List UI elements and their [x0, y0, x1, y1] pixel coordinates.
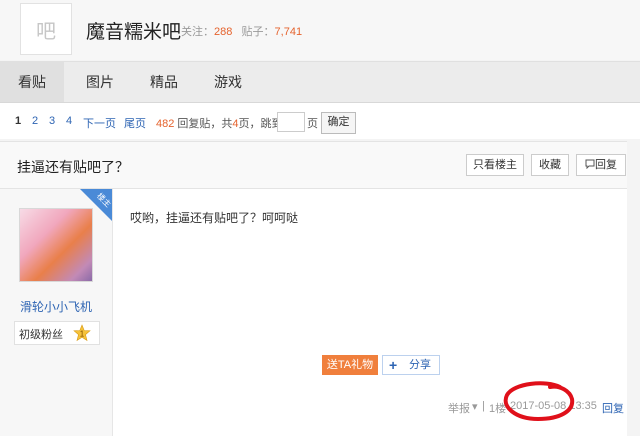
share-plus-icon: + — [389, 357, 398, 373]
favorite-button[interactable]: 收藏 — [531, 154, 569, 176]
post-content: 哎哟，挂逼还有贴吧了？呵呵哒 — [130, 211, 299, 225]
forum-logo[interactable]: 吧 — [20, 3, 72, 55]
send-gift-button[interactable]: 送TA礼物 — [322, 355, 378, 375]
tab-games[interactable]: 游戏 — [200, 62, 256, 102]
post-floor-1: 滑轮小小飞机 初级粉丝 1 楼主 哎哟，挂逼还有贴吧了？呵呵哒 送TA礼物 + … — [0, 189, 627, 436]
page-1: 1 — [15, 115, 22, 127]
thread-title-bar: 挂逼还有贴吧了？ 只看楼主 收藏 回复 — [0, 141, 627, 189]
report-dropdown-icon[interactable]: ▾ — [472, 400, 478, 413]
thread-title: 挂逼还有贴吧了？ — [17, 159, 129, 175]
share-label: 分享 — [409, 359, 431, 371]
tab-featured[interactable]: 精品 — [136, 62, 192, 102]
forum-logo-char: 吧 — [36, 20, 56, 43]
only-op-button[interactable]: 只看楼主 — [466, 154, 524, 176]
tab-posts[interactable]: 看贴 — [0, 62, 64, 102]
last-page-link[interactable]: 尾页 — [124, 115, 146, 131]
tail-divider: | — [482, 400, 485, 412]
reply-icon — [585, 159, 595, 170]
reply-count: 482 — [156, 118, 175, 130]
tab-images[interactable]: 图片 — [72, 62, 128, 102]
forum-header: 吧 魔音糯米吧 关注：288 贴子：7,741 — [0, 0, 640, 60]
page-2[interactable]: 2 — [32, 115, 38, 127]
fan-level-badge: 初级粉丝 1 — [14, 321, 100, 345]
reply-button-label: 回复 — [595, 159, 617, 171]
floor-reply-link[interactable]: 回复 — [602, 400, 624, 416]
forum-stats: 关注：288 贴子：7,741 — [181, 23, 302, 39]
page-4[interactable]: 4 — [66, 115, 72, 127]
author-name[interactable]: 滑轮小小飞机 — [0, 298, 112, 315]
next-page-link[interactable]: 下一页 — [83, 115, 116, 131]
posts-count: 7,741 — [274, 26, 303, 38]
tab-bar: 看贴 图片 精品 游戏 — [0, 61, 640, 103]
author-column: 滑轮小小飞机 初级粉丝 1 — [0, 189, 113, 436]
posts-label: 贴子： — [241, 26, 275, 38]
reply-label: 回复贴，共 — [177, 118, 233, 130]
level-number: 1 — [80, 330, 85, 339]
reply-button[interactable]: 回复 — [576, 154, 626, 176]
page-suffix: 页 — [307, 118, 318, 130]
pagination: 1 2 3 4 下一页 尾页 482 回复贴，共4页，跳到 页 确定 — [0, 103, 640, 139]
red-circle-annotation — [503, 381, 575, 422]
page-3[interactable]: 3 — [49, 115, 55, 127]
reply-summary: 482 回复贴，共4页，跳到 — [156, 115, 283, 131]
jump-page-input[interactable] — [277, 112, 305, 132]
op-badge-icon: 楼主 — [80, 189, 112, 221]
share-button[interactable]: + 分享 — [382, 355, 440, 375]
confirm-jump-button[interactable]: 确定 — [321, 112, 356, 134]
level-star-icon: 1 — [73, 324, 91, 342]
fan-level-label: 初级粉丝 — [19, 329, 63, 341]
report-link[interactable]: 举报 — [448, 400, 470, 416]
pages-label: 页，跳到 — [238, 118, 283, 130]
follow-label: 关注： — [181, 26, 214, 38]
follow-count: 288 — [214, 26, 233, 38]
forum-title[interactable]: 魔音糯米吧 — [86, 17, 181, 44]
